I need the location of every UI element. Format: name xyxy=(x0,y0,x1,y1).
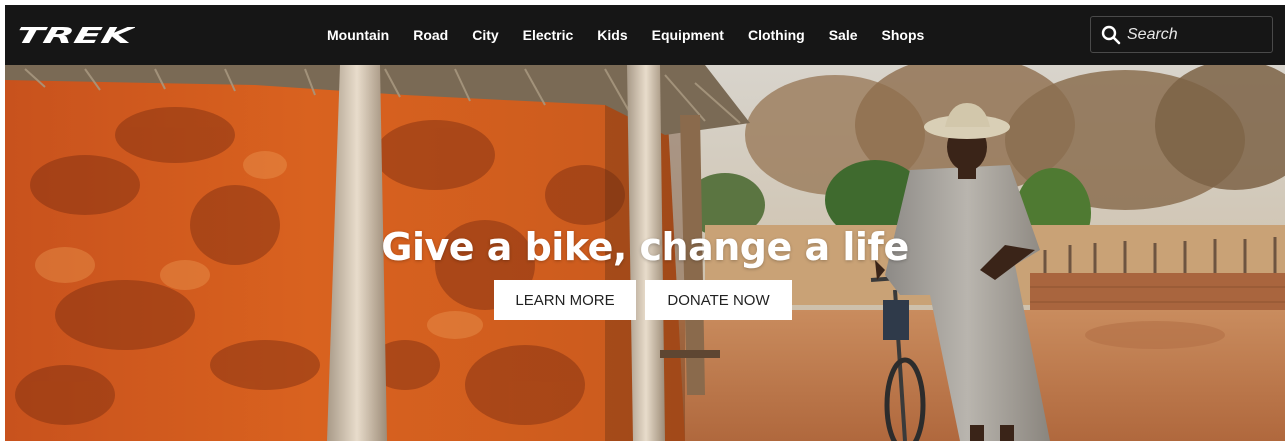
nav-item-kids[interactable]: Kids xyxy=(597,27,627,43)
nav-item-shops[interactable]: Shops xyxy=(882,27,925,43)
nav-item-equipment[interactable]: Equipment xyxy=(652,27,724,43)
hero-headline: Give a bike, change a life xyxy=(381,225,909,269)
search-input[interactable] xyxy=(1127,25,1267,44)
search-icon[interactable] xyxy=(1101,25,1121,45)
main-nav: Mountain Road City Electric Kids Equipme… xyxy=(315,5,936,65)
nav-item-electric[interactable]: Electric xyxy=(523,27,574,43)
hero-banner: Give a bike, change a life LEARN MORE DO… xyxy=(5,65,1285,441)
learn-more-button[interactable]: LEARN MORE xyxy=(494,280,636,320)
nav-item-mountain[interactable]: Mountain xyxy=(327,27,389,43)
page-frame: TREK Mountain Road City Electric Kids Eq… xyxy=(5,5,1285,441)
nav-item-sale[interactable]: Sale xyxy=(829,27,858,43)
site-header: TREK Mountain Road City Electric Kids Eq… xyxy=(5,5,1285,65)
search-box[interactable] xyxy=(1090,16,1273,53)
donate-now-button[interactable]: DONATE NOW xyxy=(645,280,792,320)
nav-item-clothing[interactable]: Clothing xyxy=(748,27,805,43)
logo-text: TREK xyxy=(13,23,135,47)
nav-item-city[interactable]: City xyxy=(472,27,498,43)
trek-logo[interactable]: TREK xyxy=(13,23,135,47)
hero-cta-group: LEARN MORE DONATE NOW xyxy=(494,280,792,320)
nav-item-road[interactable]: Road xyxy=(413,27,448,43)
